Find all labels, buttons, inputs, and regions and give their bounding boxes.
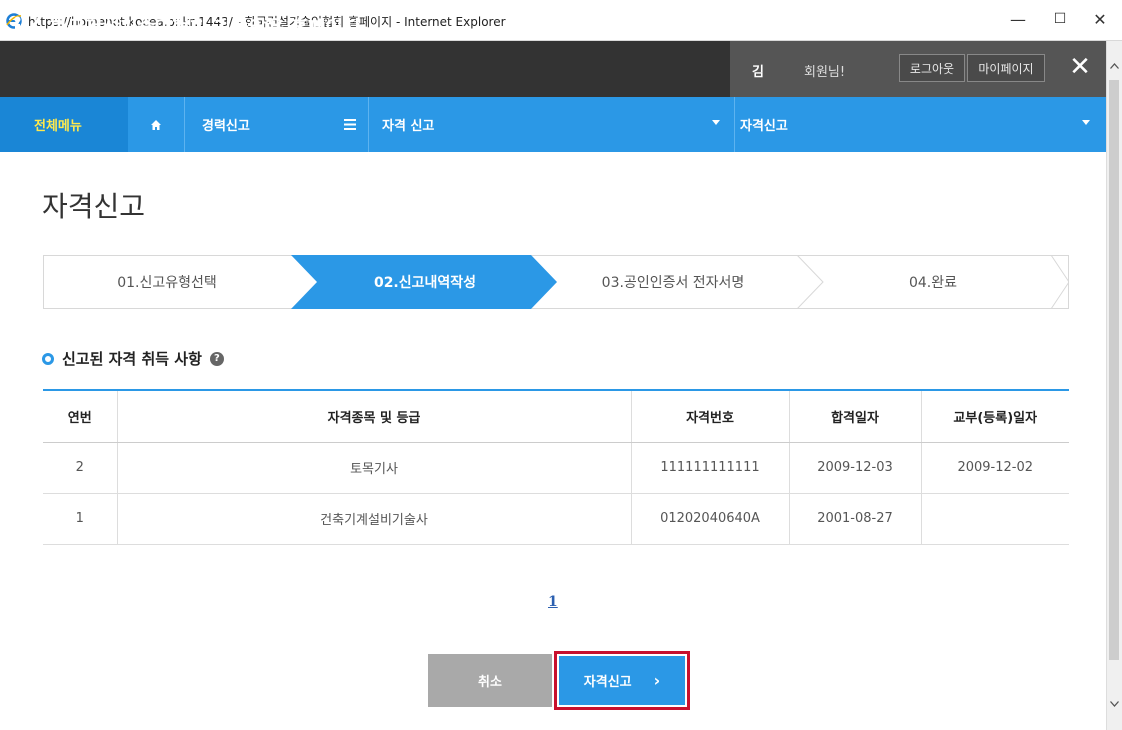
cell-issue-date: 2009-12-02 (920, 442, 1069, 494)
scrollbar-thumb[interactable] (1109, 80, 1119, 660)
nav-all-menu[interactable]: 전체메뉴 (0, 97, 128, 152)
hamburger-icon (344, 119, 356, 130)
menu-icon[interactable] (344, 97, 368, 152)
col-header-qualification: 자격종목 및 등급 (116, 389, 631, 443)
cancel-button[interactable]: 취소 (428, 654, 552, 707)
submit-qualification-button[interactable]: 자격신고 › (559, 656, 685, 705)
col-header-issue-date: 교부(등록)일자 (920, 389, 1069, 443)
qualification-table: 연번 자격종목 및 등급 자격번호 합격일자 교부(등록)일자 2 토목기사 1… (43, 389, 1069, 545)
nav-item-qualification-report[interactable]: 자격신고 (740, 97, 1080, 152)
nav-divider (734, 97, 735, 152)
minimize-button[interactable]: — (998, 6, 1038, 32)
cell-number: 01202040640A (630, 493, 789, 545)
page-title: 자격신고 (42, 190, 146, 223)
step-2-active: 02.신고내역작성 (373, 275, 477, 291)
pagination-page-1[interactable]: 1 (548, 594, 558, 610)
nav-item-career[interactable]: 경력신고 (202, 97, 332, 152)
submit-button-label: 자격신고 (583, 675, 632, 690)
table-row[interactable]: 1 건축기계설비기술사 01202040640A 2001-08-27 (43, 493, 1069, 545)
scroll-down-icon[interactable] (1106, 694, 1122, 714)
bullet-icon (42, 352, 54, 365)
user-greeting: 회원님! (804, 65, 846, 80)
step-3: 03.공인인증서 전자서명 (601, 275, 745, 291)
scroll-up-icon[interactable] (1106, 56, 1122, 76)
logout-button[interactable]: 로그아웃 (899, 54, 965, 82)
site-title: 한국건설기술인협회 기술인용 홈페이지 (50, 17, 361, 39)
section-title: 신고된 자격 취득 사항 ? (42, 348, 224, 369)
cell-pass-date: 2009-12-03 (788, 442, 921, 494)
cell-issue-date (920, 493, 1069, 545)
nav-divider (368, 97, 369, 152)
cell-no: 2 (43, 442, 117, 494)
step-1: 01.신고유형선택 (117, 275, 217, 291)
cell-qualification: 건축기계설비기술사 (116, 493, 631, 545)
close-icon[interactable]: ✕ (1066, 52, 1094, 82)
section-title-text: 신고된 자격 취득 사항 (62, 350, 202, 368)
maximize-button[interactable]: ☐ (1040, 6, 1080, 32)
cell-no: 1 (43, 493, 117, 545)
nav-divider (184, 97, 185, 152)
submit-highlight-box: 자격신고 › (554, 651, 690, 710)
mypage-button[interactable]: 마이페이지 (967, 54, 1045, 82)
table-row[interactable]: 2 토목기사 111111111111 2009-12-03 2009-12-0… (43, 442, 1069, 494)
step-indicator: 01.신고유형선택 02.신고내역작성 03.공인인증서 전자서명 04.완료 (43, 255, 1069, 309)
chevron-down-icon (712, 120, 720, 125)
help-icon[interactable]: ? (209, 351, 224, 366)
col-header-pass-date: 합격일자 (788, 389, 921, 443)
step-4: 04.완료 (908, 275, 958, 291)
cell-number: 111111111111 (630, 442, 789, 494)
chevron-right-icon: › (653, 671, 661, 690)
nav-item-qualification-select[interactable]: 자격 신고 (382, 97, 722, 152)
chevron-down-icon (1082, 120, 1090, 125)
site-logo-icon (14, 16, 42, 37)
home-icon (151, 119, 161, 130)
col-header-number: 자격번호 (630, 389, 789, 443)
col-header-no: 연번 (43, 389, 117, 443)
cell-qualification: 토목기사 (116, 442, 631, 494)
user-name: 김 (752, 65, 764, 80)
window-close-button[interactable]: ✕ (1080, 6, 1120, 32)
cell-pass-date: 2001-08-27 (788, 493, 921, 545)
table-header-row: 연번 자격종목 및 등급 자격번호 합격일자 교부(등록)일자 (43, 389, 1069, 443)
nav-home[interactable] (128, 97, 184, 152)
